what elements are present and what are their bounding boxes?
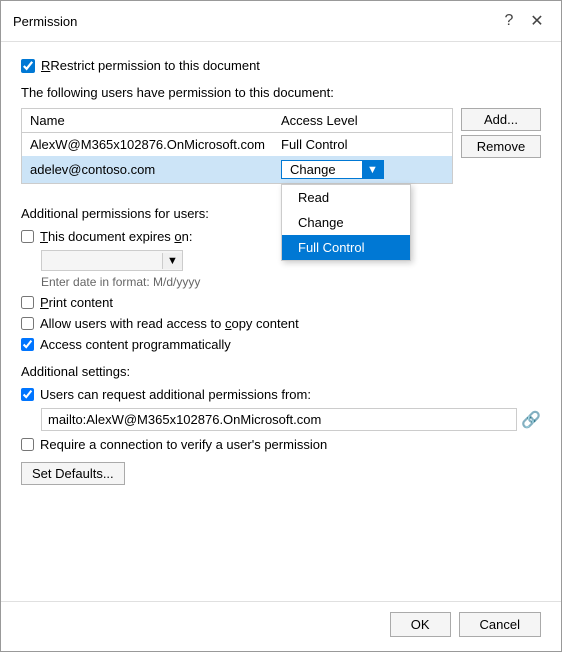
programmatic-label: Access content programmatically: [40, 337, 231, 352]
set-defaults-button[interactable]: Set Defaults...: [21, 462, 125, 485]
additional-settings-title: Additional settings:: [21, 364, 541, 379]
date-input-wrap: ▼: [41, 250, 183, 271]
date-input[interactable]: [42, 251, 162, 270]
col-name-header: Name: [22, 109, 274, 133]
remove-button[interactable]: Remove: [461, 135, 541, 158]
programmatic-row: Access content programmatically: [21, 337, 541, 352]
date-hint: Enter date in format: M/d/yyyy: [21, 275, 541, 289]
ok-button[interactable]: OK: [390, 612, 451, 637]
user-name: AlexW@M365x102876.OnMicrosoft.com: [22, 133, 274, 157]
copy-checkbox[interactable]: [21, 317, 34, 330]
close-button[interactable]: ✕: [525, 9, 549, 33]
set-defaults-area: Set Defaults...: [21, 462, 541, 485]
user-name: adelev@contoso.com: [22, 156, 274, 184]
dialog-titlebar: Permission ? ✕: [1, 1, 561, 42]
restrict-checkbox[interactable]: [21, 59, 35, 73]
request-checkbox[interactable]: [21, 388, 34, 401]
help-button[interactable]: ?: [497, 9, 521, 33]
cancel-button[interactable]: Cancel: [459, 612, 541, 637]
dropdown-item-read[interactable]: Read: [282, 185, 410, 210]
require-checkbox[interactable]: [21, 438, 34, 451]
users-table: Name Access Level AlexW@M365x102876.OnMi…: [21, 108, 453, 184]
user-access: Full Control: [273, 133, 452, 157]
user-access-dropdown-cell: Change ▼ Read Change Full Control: [273, 156, 452, 184]
dialog-title: Permission: [13, 14, 77, 29]
dropdown-item-change[interactable]: Change: [282, 210, 410, 235]
link-icon: 🔗: [521, 410, 541, 430]
permission-dialog: Permission ? ✕ RRestrict permission to t…: [0, 0, 562, 652]
dialog-content: RRestrict permission to this document Th…: [1, 42, 561, 601]
date-dropdown-button[interactable]: ▼: [162, 253, 182, 269]
restrict-label: RRestrict permission to this document: [41, 58, 260, 73]
copy-row: Allow users with read access to copy con…: [21, 316, 541, 331]
dropdown-item-fullcontrol[interactable]: Full Control: [282, 235, 410, 260]
col-access-header: Access Level: [273, 109, 452, 133]
expires-label: This document expires on:: [40, 229, 192, 244]
add-button[interactable]: Add...: [461, 108, 541, 131]
print-label: Print content: [40, 295, 113, 310]
table-side-buttons: Add... Remove: [461, 108, 541, 192]
dialog-footer: OK Cancel: [1, 601, 561, 651]
table-row[interactable]: AlexW@M365x102876.OnMicrosoft.com Full C…: [22, 133, 453, 157]
email-input[interactable]: [41, 408, 517, 431]
programmatic-checkbox[interactable]: [21, 338, 34, 351]
restrict-checkbox-row: RRestrict permission to this document: [21, 58, 541, 73]
request-label: Users can request additional permissions…: [40, 387, 311, 402]
request-row: Users can request additional permissions…: [21, 387, 541, 402]
print-checkbox[interactable]: [21, 296, 34, 309]
access-dropdown-popup: Read Change Full Control: [281, 184, 411, 261]
print-row: Print content: [21, 295, 541, 310]
require-row: Require a connection to verify a user's …: [21, 437, 541, 452]
access-dropdown-arrow[interactable]: ▼: [362, 161, 383, 178]
titlebar-buttons: ? ✕: [497, 9, 549, 33]
access-dropdown-value: Change: [282, 161, 362, 178]
users-section-label: The following users have permission to t…: [21, 85, 541, 100]
expires-checkbox[interactable]: [21, 230, 34, 243]
table-row[interactable]: adelev@contoso.com Change ▼ Read: [22, 156, 453, 184]
additional-settings-section: Additional settings: Users can request a…: [21, 364, 541, 452]
require-label: Require a connection to verify a user's …: [40, 437, 327, 452]
table-area: Name Access Level AlexW@M365x102876.OnMi…: [21, 108, 541, 192]
email-row: 🔗: [21, 408, 541, 431]
copy-label: Allow users with read access to copy con…: [40, 316, 299, 331]
